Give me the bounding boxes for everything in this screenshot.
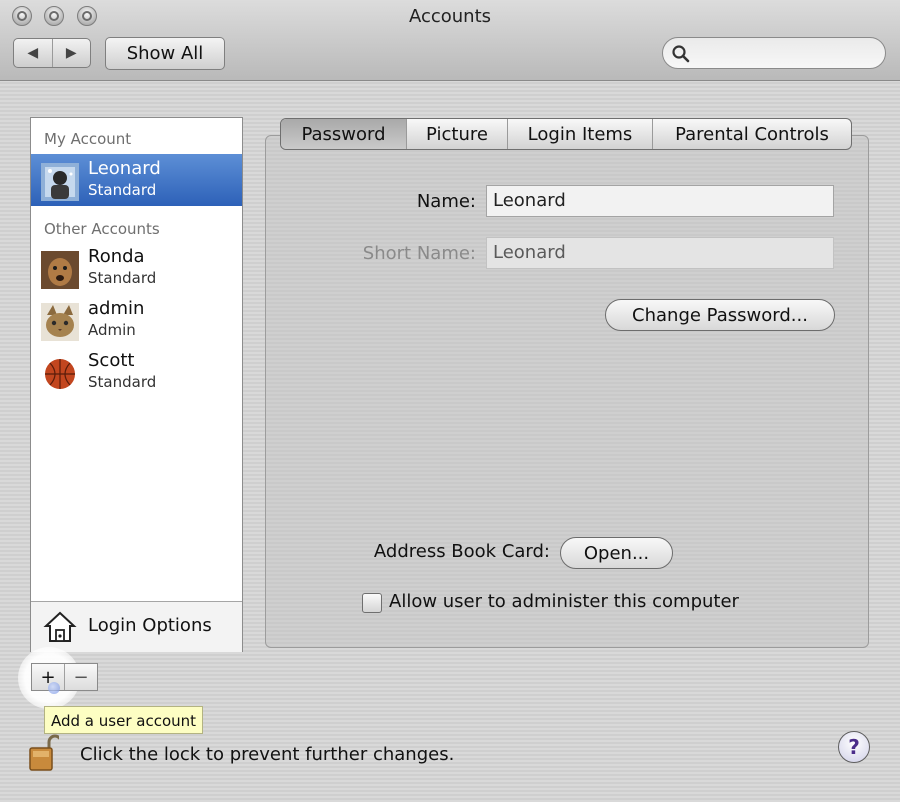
change-password-button[interactable]: Change Password...: [605, 299, 835, 331]
short-name-field: Leonard: [486, 237, 834, 269]
tab-login-items[interactable]: Login Items: [508, 119, 653, 149]
account-name: Scott: [88, 350, 135, 371]
account-name: Leonard: [88, 158, 161, 179]
mouse-cursor-icon: [48, 682, 60, 694]
tab-picture[interactable]: Picture: [407, 119, 508, 149]
dog-avatar-icon: [41, 251, 79, 289]
right-arrow-icon: ▶: [65, 45, 77, 61]
window-titlebar: Accounts ◀ ▶ Show All: [0, 0, 900, 81]
account-row-leonard[interactable]: Leonard Standard: [31, 154, 242, 206]
short-name-label: Short Name:: [362, 243, 476, 264]
remove-account-button[interactable]: −: [65, 664, 97, 690]
accounts-list: My Account Leonard Standard Other Accoun…: [30, 117, 243, 652]
search-icon: [672, 45, 690, 63]
account-row-admin[interactable]: admin Admin: [31, 294, 242, 346]
tab-parental-controls[interactable]: Parental Controls: [653, 119, 851, 149]
show-all-button[interactable]: Show All: [105, 37, 225, 70]
account-name: Ronda: [88, 246, 145, 267]
admin-checkbox-label[interactable]: Allow user to administer this computer: [389, 591, 739, 612]
back-button[interactable]: ◀: [14, 39, 53, 67]
address-book-card-label: Address Book Card:: [373, 541, 550, 562]
my-account-header: My Account: [44, 130, 132, 148]
lock-icon[interactable]: [29, 733, 59, 771]
account-role: Standard: [88, 181, 157, 199]
account-role: Standard: [88, 269, 157, 287]
back-forward-control: ◀ ▶: [13, 38, 91, 68]
add-remove-control: + −: [31, 663, 98, 691]
search-input[interactable]: [662, 37, 886, 69]
window-title: Accounts: [408, 6, 492, 27]
minus-icon: −: [73, 666, 89, 688]
basketball-avatar-icon: [45, 359, 75, 389]
admin-checkbox[interactable]: [362, 593, 382, 613]
account-row-ronda[interactable]: Ronda Standard: [31, 242, 242, 294]
tab-password[interactable]: Password: [281, 119, 407, 149]
left-arrow-icon: ◀: [27, 45, 39, 61]
name-field[interactable]: Leonard: [486, 185, 834, 217]
name-label: Name:: [416, 191, 476, 212]
add-account-tooltip: Add a user account: [44, 706, 204, 734]
account-role: Standard: [88, 373, 157, 391]
other-accounts-header: Other Accounts: [44, 220, 160, 238]
astronaut-avatar-icon: [41, 163, 79, 201]
help-icon: ?: [848, 735, 860, 759]
forward-button[interactable]: ▶: [53, 39, 91, 67]
account-row-scott[interactable]: Scott Standard: [31, 346, 242, 398]
lock-status-text: Click the lock to prevent further change…: [80, 744, 455, 765]
account-name: admin: [88, 298, 145, 319]
open-address-card-button[interactable]: Open...: [560, 537, 673, 569]
account-role: Admin: [88, 321, 136, 339]
cat-avatar-icon: [41, 303, 79, 341]
login-options-label: Login Options: [88, 615, 212, 636]
help-button[interactable]: ?: [838, 731, 870, 763]
login-options-item[interactable]: Login Options: [31, 601, 242, 652]
house-icon: [43, 611, 77, 642]
account-tabs: Password Picture Login Items Parental Co…: [280, 118, 852, 150]
